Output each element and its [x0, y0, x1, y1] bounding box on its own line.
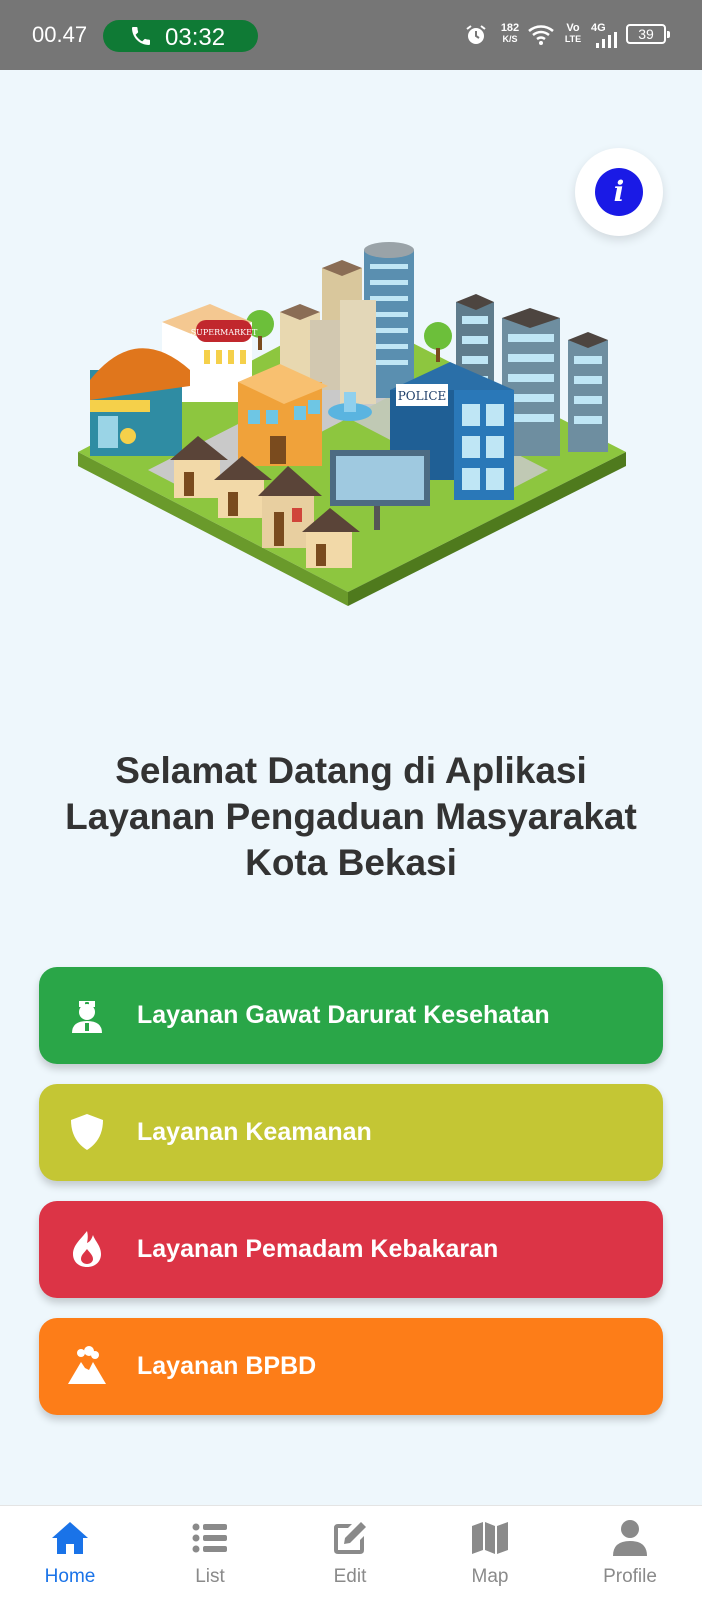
home-icon: [52, 1522, 88, 1554]
fire-icon: [73, 1231, 101, 1267]
phone-icon: [132, 27, 150, 45]
status-time: 00.47: [32, 22, 88, 47]
info-button[interactable]: i: [575, 148, 663, 236]
signal-icon: 4G: [591, 22, 619, 48]
police-sign: POLICE: [398, 389, 447, 403]
fire-service-button[interactable]: Layanan Pemadam Kebakaran: [39, 1201, 663, 1298]
battery-level: 39: [638, 26, 654, 42]
volte-top: Vo: [566, 22, 580, 34]
nav-label: Profile: [603, 1566, 657, 1587]
nav-label: Edit: [333, 1566, 367, 1587]
call-duration: 03:32: [165, 24, 226, 51]
health-emergency-button[interactable]: Layanan Gawat Darurat Kesehatan: [39, 967, 663, 1064]
nav-map[interactable]: Map: [420, 1506, 560, 1600]
volte-bottom: LTE: [564, 34, 582, 44]
info-icon: i: [595, 168, 643, 216]
nav-list[interactable]: List: [140, 1506, 280, 1600]
security-service-button[interactable]: Layanan Keamanan: [39, 1084, 663, 1181]
volcano-icon: [68, 1346, 106, 1384]
nav-label: Map: [471, 1566, 509, 1587]
map-icon: [472, 1522, 508, 1554]
service-label: Layanan Pemadam Kebakaran: [137, 1235, 499, 1263]
nav-edit[interactable]: Edit: [280, 1506, 420, 1600]
volte-indicator: Vo LTE: [561, 23, 585, 45]
service-label: Layanan Keamanan: [137, 1118, 372, 1146]
battery-icon: 39: [626, 24, 670, 44]
wifi-icon: [528, 25, 554, 45]
status-bar: 00.47 03:32 182 K/S Vo LTE 4G 39: [0, 0, 702, 70]
welcome-line-1: Selamat Datang di Aplikasi: [115, 750, 587, 791]
net-speed: 182 K/S: [497, 23, 523, 45]
supermarket-sign: SUPERMARKET: [191, 328, 258, 337]
nav-home[interactable]: Home: [0, 1506, 140, 1600]
welcome-line-2: Layanan Pengaduan Masyarakat: [65, 796, 637, 837]
edit-icon: [334, 1522, 366, 1554]
welcome-title: Selamat Datang di Aplikasi Layanan Penga…: [40, 748, 662, 886]
nav-profile[interactable]: Profile: [560, 1506, 700, 1600]
net-speed-value: 182: [500, 22, 520, 34]
shield-icon: [71, 1114, 103, 1150]
service-label: Layanan BPBD: [137, 1352, 317, 1380]
user-icon: [613, 1520, 647, 1556]
alarm-icon: [466, 25, 486, 44]
list-icon: [192, 1523, 227, 1553]
nav-label: Home: [44, 1566, 96, 1587]
net-speed-unit: K/S: [502, 34, 518, 44]
status-icons: 182 K/S Vo LTE 4G 39: [464, 20, 674, 52]
service-label: Layanan Gawat Darurat Kesehatan: [137, 1001, 550, 1029]
welcome-line-3: Kota Bekasi: [245, 842, 457, 883]
ongoing-call-chip[interactable]: 03:32: [103, 20, 258, 52]
bpbd-service-button[interactable]: Layanan BPBD: [39, 1318, 663, 1415]
medic-icon: [72, 1001, 102, 1033]
info-glyph: i: [613, 175, 625, 208]
nav-label: List: [195, 1566, 225, 1587]
city-illustration: POLICE SUPERMARKET: [78, 242, 626, 606]
bottom-navigation: Home List Edit Map Profile: [0, 1505, 702, 1600]
